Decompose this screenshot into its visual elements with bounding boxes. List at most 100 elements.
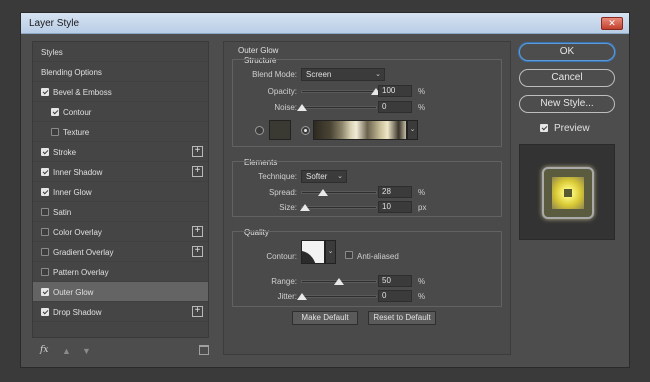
gradient-chevron-down-icon[interactable]: ⌄	[407, 120, 418, 140]
style-checkbox[interactable]	[41, 288, 49, 296]
size-slider-thumb[interactable]	[299, 204, 310, 211]
style-item-label: Texture	[63, 128, 90, 137]
style-item-label: Satin	[53, 208, 72, 217]
add-effect-icon[interactable]: +	[192, 146, 203, 157]
title-bar[interactable]: Layer Style ✕	[21, 13, 629, 34]
size-label: Size:	[279, 203, 297, 212]
jitter-field[interactable]: 0	[378, 290, 412, 302]
spread-slider-thumb[interactable]	[317, 189, 328, 196]
range-slider-thumb[interactable]	[334, 278, 344, 285]
add-effect-icon[interactable]: +	[192, 246, 203, 257]
style-item-stroke[interactable]: Stroke +	[33, 142, 208, 162]
style-item-label: Stroke	[53, 148, 77, 157]
add-effect-icon[interactable]: +	[192, 226, 203, 237]
style-item-label: Inner Shadow	[53, 168, 103, 177]
style-item-color-overlay[interactable]: Color Overlay +	[33, 222, 208, 242]
spread-field[interactable]: 28	[378, 186, 412, 198]
move-up-icon[interactable]: ▲	[62, 346, 71, 356]
preview-checkbox[interactable]	[540, 124, 548, 132]
fx-menu-button[interactable]: fx	[40, 345, 48, 355]
style-checkbox[interactable]	[41, 188, 49, 196]
style-item-styles[interactable]: Styles	[33, 42, 208, 62]
jitter-slider[interactable]	[297, 293, 377, 300]
style-checkbox[interactable]	[41, 208, 49, 216]
style-item-inner-glow[interactable]: Inner Glow	[33, 182, 208, 202]
range-unit: %	[418, 277, 426, 286]
jitter-unit: %	[418, 292, 426, 301]
style-item-contour[interactable]: Contour	[33, 102, 208, 122]
blend-mode-select[interactable]: Screen ⌄	[301, 68, 385, 81]
style-item-inner-shadow[interactable]: Inner Shadow +	[33, 162, 208, 182]
blend-mode-label: Blend Mode:	[252, 70, 297, 79]
gradient-picker[interactable]	[313, 120, 407, 140]
style-item-drop-shadow[interactable]: Drop Shadow +	[33, 302, 208, 322]
style-checkbox[interactable]	[41, 228, 49, 236]
style-checkbox[interactable]	[41, 88, 49, 96]
style-item-pattern-overlay[interactable]: Pattern Overlay	[33, 262, 208, 282]
style-item-blending-options[interactable]: Blending Options	[33, 62, 208, 82]
dialog-title: Layer Style	[29, 18, 80, 29]
quality-group: Contour: ⌄ Anti-aliased Range: 50 % Jitt…	[232, 231, 502, 307]
noise-field[interactable]: 0	[378, 101, 412, 113]
cancel-button[interactable]: Cancel	[519, 69, 615, 87]
style-item-label: Inner Glow	[53, 188, 92, 197]
style-item-label: Styles	[41, 48, 63, 57]
style-item-satin[interactable]: Satin	[33, 202, 208, 222]
spread-slider[interactable]	[301, 189, 377, 196]
size-slider[interactable]	[299, 204, 377, 211]
style-item-gradient-overlay[interactable]: Gradient Overlay +	[33, 242, 208, 262]
noise-slider[interactable]	[297, 104, 377, 111]
make-default-button[interactable]: Make Default	[292, 311, 358, 325]
panel-title: Outer Glow	[238, 46, 279, 55]
style-checkbox[interactable]	[41, 268, 49, 276]
close-button[interactable]: ✕	[601, 17, 623, 30]
anti-aliased-checkbox[interactable]	[345, 251, 353, 259]
style-checkbox[interactable]	[41, 308, 49, 316]
style-checkbox[interactable]	[41, 148, 49, 156]
preview-glow	[552, 177, 584, 209]
range-slider[interactable]	[301, 278, 377, 285]
technique-select[interactable]: Softer ⌄	[301, 170, 347, 183]
noise-slider-thumb[interactable]	[297, 104, 307, 111]
range-field[interactable]: 50	[378, 275, 412, 287]
preview-thumbnail	[542, 167, 594, 219]
jitter-slider-thumb[interactable]	[297, 293, 307, 300]
size-field[interactable]: 10	[378, 201, 412, 213]
elements-group: Technique: Softer ⌄ Spread: 28 % Size: 1…	[232, 161, 502, 217]
noise-unit: %	[418, 103, 426, 112]
reset-to-default-button[interactable]: Reset to Default	[368, 311, 436, 325]
gradient-radio[interactable]	[301, 126, 310, 135]
jitter-label: Jitter:	[277, 292, 297, 301]
ok-button[interactable]: OK	[519, 43, 615, 61]
blend-mode-value: Screen	[306, 70, 332, 79]
solid-color-radio[interactable]	[255, 126, 264, 135]
anti-aliased-label: Anti-aliased	[357, 252, 399, 261]
new-style-button[interactable]: New Style...	[519, 95, 615, 113]
style-preview	[519, 144, 615, 240]
style-item-bevel-emboss[interactable]: Bevel & Emboss	[33, 82, 208, 102]
style-checkbox[interactable]	[41, 248, 49, 256]
move-down-icon[interactable]: ▼	[82, 346, 91, 356]
add-effect-icon[interactable]: +	[192, 166, 203, 177]
effects-toolbar: fx ▲ ▼	[32, 343, 209, 359]
contour-chevron-down-icon[interactable]: ⌄	[325, 240, 336, 264]
trash-icon[interactable]	[199, 345, 209, 355]
technique-label: Technique:	[258, 172, 297, 181]
style-item-label: Outer Glow	[53, 288, 94, 297]
chevron-down-icon: ⌄	[337, 173, 343, 180]
layer-style-dialog: Layer Style ✕ Styles Blending Options Beve…	[20, 12, 630, 368]
preview-label: Preview	[554, 123, 590, 134]
add-effect-icon[interactable]: +	[192, 306, 203, 317]
style-item-label: Contour	[63, 108, 92, 117]
opacity-slider[interactable]	[301, 88, 381, 95]
contour-picker[interactable]	[301, 240, 325, 264]
glow-color-swatch[interactable]	[269, 120, 291, 140]
chevron-down-icon: ⌄	[375, 71, 381, 78]
style-checkbox[interactable]	[51, 108, 59, 116]
style-item-label: Gradient Overlay	[53, 248, 114, 257]
style-checkbox[interactable]	[51, 128, 59, 136]
style-item-outer-glow[interactable]: Outer Glow	[33, 282, 208, 302]
style-checkbox[interactable]	[41, 168, 49, 176]
style-item-texture[interactable]: Texture	[33, 122, 208, 142]
opacity-field[interactable]: 100	[378, 85, 412, 97]
